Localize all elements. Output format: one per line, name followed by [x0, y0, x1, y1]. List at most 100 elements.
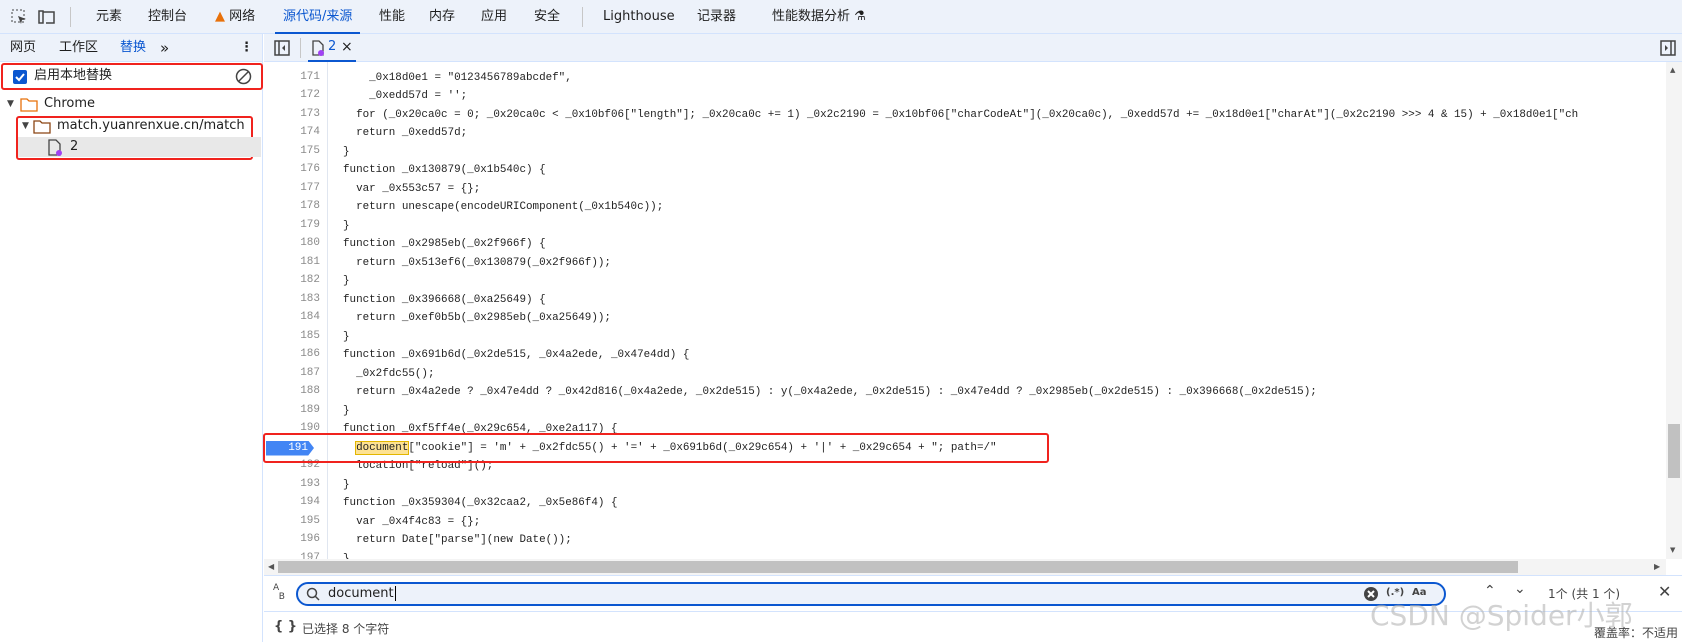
search-bar: A B document (.*) Aa ⌃ ⌄ 1个 (共 1 个) ✕ [264, 575, 1682, 611]
code-line: return _0xef0b5b(_0x2985eb(_0xa25649)); [343, 312, 611, 324]
editor-tab-file[interactable]: 2 × [308, 34, 356, 62]
code-line: _0xedd57d = ''; [343, 90, 468, 102]
overrides-sidebar: 网页 工作区 替换 » ⋮ 启用本地替换 ▼ Chrome ▼ match.yu… [0, 34, 263, 642]
code-line: function _0x691b6d(_0x2de515, _0x4a2ede,… [343, 349, 690, 361]
line-number[interactable]: 189 [264, 404, 320, 416]
line-number[interactable]: 197 [264, 552, 320, 560]
code-line: var _0x553c57 = {}; [343, 182, 481, 195]
code-line: _0x2fdc55(); [343, 367, 435, 380]
tab-5[interactable]: 内存 [421, 0, 463, 34]
tab-2[interactable]: ▲ 网络 [207, 0, 263, 34]
code-line: } [343, 330, 350, 343]
line-number[interactable]: 179 [264, 219, 320, 231]
tab-7[interactable]: 安全 [526, 0, 568, 34]
previous-match-icon[interactable]: ⌃ [1484, 583, 1496, 599]
line-number[interactable]: 177 [264, 182, 320, 194]
toggle-navigator-icon[interactable] [274, 40, 290, 56]
search-input[interactable]: document [328, 586, 396, 601]
editor-tabbar: 2 × [264, 34, 1682, 62]
code-line: function _0x130879(_0x1b540c) { [343, 164, 546, 176]
line-number[interactable]: 185 [264, 330, 320, 342]
code-line: return _0x513ef6(_0x130879(_0x2f966f)); [343, 256, 611, 269]
code-line: } [343, 404, 350, 417]
folder-icon [33, 120, 51, 134]
more-tabs-button[interactable]: » [160, 34, 169, 62]
close-tab-icon[interactable]: × [341, 34, 353, 60]
status-bar: { } 已选择 8 个字符 覆盖率：不适用 [264, 611, 1682, 642]
more-options-icon[interactable]: ⋮ [240, 34, 253, 62]
tab-page[interactable]: 网页 [10, 34, 36, 62]
close-search-icon[interactable]: ✕ [1658, 582, 1671, 601]
device-toolbar-icon[interactable] [38, 9, 56, 25]
line-number[interactable]: 173 [264, 108, 320, 120]
tab-6[interactable]: 应用 [473, 0, 515, 34]
tab-10[interactable]: 性能数据分析 ⚗ [764, 0, 874, 34]
tab-0[interactable]: 元素 [88, 0, 130, 34]
line-number[interactable]: 184 [264, 311, 320, 323]
line-number[interactable]: 176 [264, 163, 320, 175]
line-number[interactable]: 194 [264, 496, 320, 508]
enable-overrides-label: 启用本地替换 [34, 68, 113, 83]
line-number[interactable]: 172 [264, 89, 320, 101]
search-input-box[interactable]: document (.*) Aa [296, 582, 1446, 606]
expand-arrow-icon[interactable]: ▼ [22, 116, 29, 136]
line-number[interactable]: 180 [264, 237, 320, 249]
code-line: _0x18d0e1 = "0123456789abcdef", [343, 71, 572, 84]
line-number[interactable]: 178 [264, 200, 320, 212]
line-number[interactable]: 188 [264, 385, 320, 397]
vertical-scrollbar[interactable]: ▲ ▼ [1666, 62, 1682, 559]
code-line: } [343, 275, 350, 287]
line-number[interactable]: 182 [264, 274, 320, 286]
line-number[interactable]: 181 [264, 256, 320, 268]
line-number[interactable]: 196 [264, 533, 320, 545]
line-number[interactable]: 183 [264, 293, 320, 305]
expand-arrow-icon[interactable]: ▼ [7, 94, 14, 114]
line-number[interactable]: 175 [264, 145, 320, 157]
code-line: return unescape(encodeURIComponent(_0x1b… [343, 201, 664, 213]
code-line: } [343, 552, 350, 560]
line-number[interactable]: 187 [264, 367, 320, 379]
line-number[interactable]: 171 [264, 71, 320, 83]
experimental-icon: ⚗ [850, 9, 866, 24]
replace-toggle-icon[interactable]: A B [273, 584, 285, 602]
tab-3[interactable]: 源代码/来源 [275, 0, 361, 34]
line-number[interactable]: 193 [264, 478, 320, 490]
match-case-toggle[interactable]: Aa [1412, 587, 1427, 598]
tree-item-chrome[interactable]: Chrome [44, 94, 95, 114]
tab-workspace[interactable]: 工作区 [59, 34, 98, 62]
toggle-debugger-icon[interactable] [1660, 40, 1676, 56]
code-line: function _0x396668(_0xa25649) { [343, 293, 546, 306]
selection-info: 已选择 8 个字符 [302, 622, 390, 636]
tab-1[interactable]: 控制台 [140, 0, 195, 34]
horizontal-scrollbar[interactable]: ◀ ▶ [264, 559, 1666, 575]
highlight-box [263, 433, 1049, 463]
tree-item-file[interactable]: 2 [70, 137, 78, 157]
file-icon [48, 139, 62, 156]
tab-4[interactable]: 性能 [371, 0, 413, 34]
code-line: function _0x2985eb(_0x2f966f) { [343, 238, 546, 250]
tab-8[interactable]: Lighthouse [595, 0, 683, 34]
next-match-icon[interactable]: ⌄ [1514, 581, 1526, 597]
file-icon [312, 40, 324, 56]
code-line: } [343, 478, 350, 491]
warning-icon: ▲ [215, 9, 230, 24]
tree-item-domain[interactable]: match.yuanrenxue.cn/match [57, 116, 245, 136]
regex-toggle[interactable]: (.*) [1386, 587, 1404, 598]
tab-9[interactable]: 记录器 [689, 0, 744, 34]
code-editor[interactable]: 170 171 _0x18d0e1 = "0123456789abcdef", 17… [264, 62, 1666, 559]
line-number[interactable]: 195 [264, 515, 320, 527]
line-number[interactable]: 174 [264, 126, 320, 138]
line-number[interactable]: 186 [264, 348, 320, 360]
pretty-print-icon[interactable]: { } [274, 619, 297, 634]
coverage-info: 覆盖率：不适用 [1594, 626, 1679, 640]
clear-overrides-icon[interactable] [235, 68, 252, 85]
tab-overrides[interactable]: 替换 [120, 34, 146, 62]
search-icon [306, 587, 320, 601]
match-count: 1个 (共 1 个) [1548, 587, 1621, 601]
line-number[interactable]: 170 [264, 62, 320, 64]
inspect-element-icon[interactable] [11, 9, 27, 25]
enable-overrides-checkbox[interactable] [13, 70, 27, 84]
devtools-main-tabbar: 元素 控制台 ▲ 网络 源代码/来源 性能 内存 应用 安全 Lighthouse 记录器 性能数据… [0, 0, 1682, 34]
clear-search-icon[interactable] [1363, 586, 1379, 602]
code-line: for (_0x20ca0c = 0; _0x20ca0c < _0x10bf0… [343, 108, 1579, 121]
